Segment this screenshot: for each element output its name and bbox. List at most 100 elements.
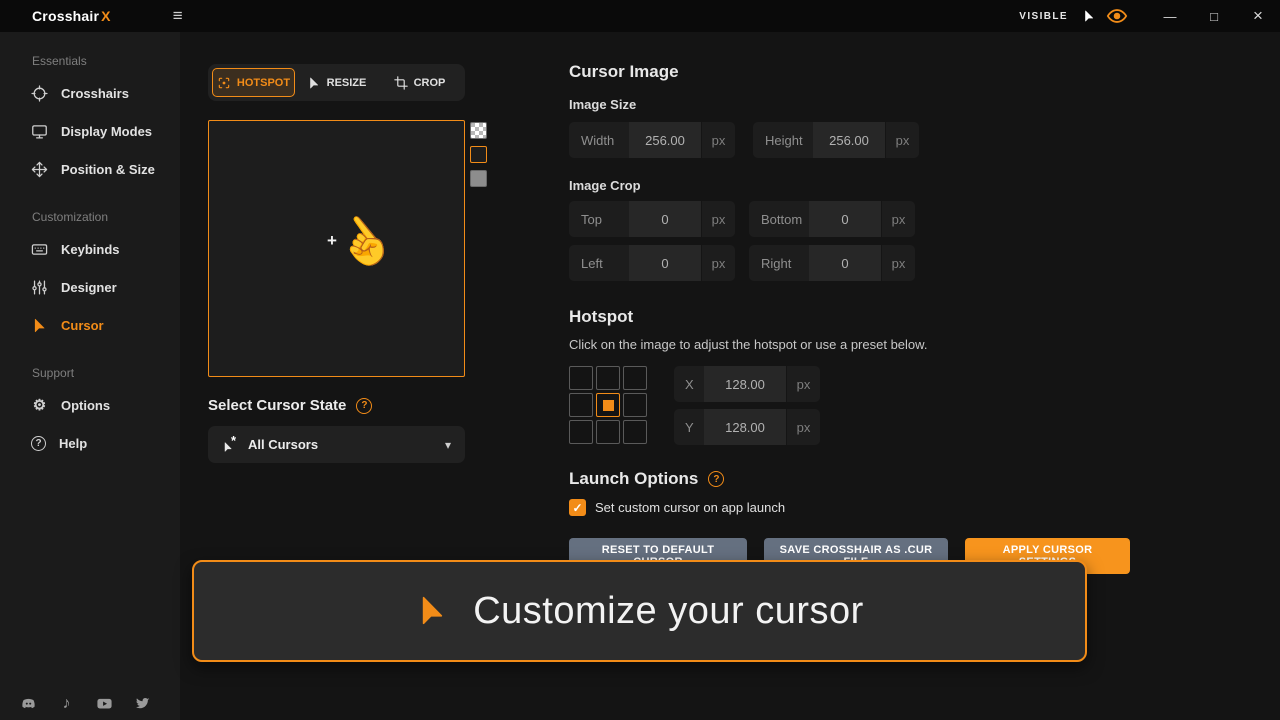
hotspot-preset-cell[interactable] bbox=[569, 366, 593, 390]
hotspot-preset-cell[interactable] bbox=[623, 420, 647, 444]
tab-crop[interactable]: CROP bbox=[378, 68, 461, 97]
crop-right-unit: px bbox=[881, 245, 915, 281]
select-cursor-state-title: Select Cursor State bbox=[208, 397, 346, 414]
editor-mode-tabs: HOTSPOT RESIZE CROP bbox=[208, 64, 465, 101]
sidebar-item-position-size[interactable]: Position & Size bbox=[0, 150, 180, 188]
sidebar-item-designer[interactable]: Designer bbox=[0, 268, 180, 306]
tab-label: RESIZE bbox=[327, 77, 367, 89]
crop-top-label: Top bbox=[569, 201, 629, 237]
crop-left-unit: px bbox=[701, 245, 735, 281]
swatch-gray[interactable] bbox=[470, 170, 487, 187]
sidebar-item-label: Designer bbox=[61, 280, 117, 295]
hotspot-y-input[interactable] bbox=[704, 409, 786, 445]
tiktok-icon[interactable]: ♪ bbox=[58, 695, 75, 712]
crop-top-unit: px bbox=[701, 201, 735, 237]
width-unit: px bbox=[701, 122, 735, 158]
hotspot-preset-cell-center-selected[interactable] bbox=[596, 393, 620, 417]
tab-label: HOTSPOT bbox=[237, 77, 290, 89]
sidebar-item-label: Options bbox=[61, 398, 110, 413]
hotspot-description: Click on the image to adjust the hotspot… bbox=[569, 337, 1131, 352]
sidebar-item-help[interactable]: ? Help bbox=[0, 424, 180, 462]
crop-left-input[interactable] bbox=[629, 245, 701, 281]
social-links: ♪ bbox=[20, 695, 151, 712]
hamburger-menu-icon[interactable]: ≡ bbox=[173, 6, 183, 26]
height-field-group: Height px bbox=[753, 122, 919, 158]
cursor-editor-left-column: HOTSPOT RESIZE CROP + ☝ bbox=[208, 64, 465, 463]
hotspot-x-input[interactable] bbox=[704, 366, 786, 402]
crop-left-label: Left bbox=[569, 245, 629, 281]
discord-icon[interactable] bbox=[20, 695, 37, 712]
width-field-group: Width px bbox=[569, 122, 735, 158]
crop-bottom-unit: px bbox=[881, 201, 915, 237]
launch-options-heading: Launch Options ? bbox=[569, 469, 1131, 489]
crop-icon bbox=[394, 76, 408, 90]
app-name: Crosshair bbox=[32, 8, 99, 24]
banner-cursor-arrow-icon bbox=[415, 590, 449, 632]
close-button[interactable]: × bbox=[1236, 0, 1280, 32]
cursor-preview-area: + ☝ bbox=[208, 120, 465, 377]
tab-resize[interactable]: RESIZE bbox=[295, 68, 378, 97]
crop-right-input[interactable] bbox=[809, 245, 881, 281]
swatch-dark-selected[interactable] bbox=[470, 146, 487, 163]
youtube-icon[interactable] bbox=[96, 695, 113, 712]
hotspot-preset-cell[interactable] bbox=[623, 393, 647, 417]
chevron-down-icon: ▾ bbox=[445, 438, 451, 452]
image-crop-label: Image Crop bbox=[569, 178, 1131, 193]
crop-bottom-input[interactable] bbox=[809, 201, 881, 237]
cursor-indicator-icon[interactable] bbox=[1082, 8, 1096, 24]
sidebar-item-label: Position & Size bbox=[61, 162, 155, 177]
sidebar-section-customization: Customization bbox=[32, 210, 180, 224]
cursor-state-help-icon[interactable]: ? bbox=[356, 398, 372, 414]
launch-options-help-icon[interactable]: ? bbox=[708, 471, 724, 487]
hotspot-y-group: Y px bbox=[674, 409, 820, 445]
hotspot-preset-cell[interactable] bbox=[596, 420, 620, 444]
hotspot-preset-cell[interactable] bbox=[569, 393, 593, 417]
hotspot-preset-cell[interactable] bbox=[569, 420, 593, 444]
main-content: HOTSPOT RESIZE CROP + ☝ bbox=[180, 32, 1280, 720]
sidebar-item-label: Display Modes bbox=[61, 124, 152, 139]
hotspot-x-group: X px bbox=[674, 366, 820, 402]
cursor-hand-image: ☝ bbox=[327, 206, 400, 278]
preview-background-swatches bbox=[470, 122, 487, 187]
height-label: Height bbox=[753, 122, 813, 158]
sidebar: Essentials Crosshairs Display Modes Posi… bbox=[0, 32, 180, 720]
launch-checkbox-checked[interactable]: ✓ bbox=[569, 499, 586, 516]
cursor-preview-canvas[interactable]: + ☝ bbox=[208, 120, 465, 377]
sidebar-item-crosshairs[interactable]: Crosshairs bbox=[0, 74, 180, 112]
image-size-label: Image Size bbox=[569, 97, 1131, 112]
crosshair-icon bbox=[31, 85, 48, 102]
visibility-eye-icon[interactable] bbox=[1106, 8, 1128, 24]
hotspot-preset-cell[interactable] bbox=[623, 366, 647, 390]
twitter-icon[interactable] bbox=[134, 695, 151, 712]
swatch-transparent[interactable] bbox=[470, 122, 487, 139]
image-size-row: Width px Height px bbox=[569, 122, 1131, 158]
sidebar-item-keybinds[interactable]: Keybinds bbox=[0, 230, 180, 268]
move-icon bbox=[31, 161, 48, 178]
width-label: Width bbox=[569, 122, 629, 158]
launch-checkbox-label: Set custom cursor on app launch bbox=[595, 500, 785, 515]
asterisk-icon: * bbox=[231, 433, 236, 448]
tab-label: CROP bbox=[414, 77, 446, 89]
tab-hotspot[interactable]: HOTSPOT bbox=[212, 68, 295, 97]
hotspot-coordinates: X px Y px bbox=[674, 366, 820, 445]
resize-cursor-icon bbox=[307, 76, 321, 90]
select-cursor-state-heading: Select Cursor State ? bbox=[208, 397, 465, 414]
crop-row-2: Left px Right px bbox=[569, 245, 1131, 281]
crop-top-group: Top px bbox=[569, 201, 735, 237]
minimize-button[interactable]: — bbox=[1148, 0, 1192, 32]
launch-options-title: Launch Options bbox=[569, 469, 698, 489]
launch-checkbox-row[interactable]: ✓ Set custom cursor on app launch bbox=[569, 499, 1131, 516]
sidebar-item-options[interactable]: ⚙ Options bbox=[0, 386, 180, 424]
height-input[interactable] bbox=[813, 122, 885, 158]
hotspot-y-unit: px bbox=[786, 409, 820, 445]
width-input[interactable] bbox=[629, 122, 701, 158]
sidebar-item-cursor[interactable]: Cursor bbox=[0, 306, 180, 344]
cursor-state-dropdown[interactable]: * All Cursors ▾ bbox=[208, 426, 465, 463]
titlebar-right: VISIBLE — □ × bbox=[1019, 0, 1280, 32]
keyboard-icon bbox=[31, 241, 48, 258]
display-icon bbox=[31, 123, 48, 140]
maximize-button[interactable]: □ bbox=[1192, 0, 1236, 32]
sidebar-item-display-modes[interactable]: Display Modes bbox=[0, 112, 180, 150]
hotspot-preset-cell[interactable] bbox=[596, 366, 620, 390]
crop-top-input[interactable] bbox=[629, 201, 701, 237]
